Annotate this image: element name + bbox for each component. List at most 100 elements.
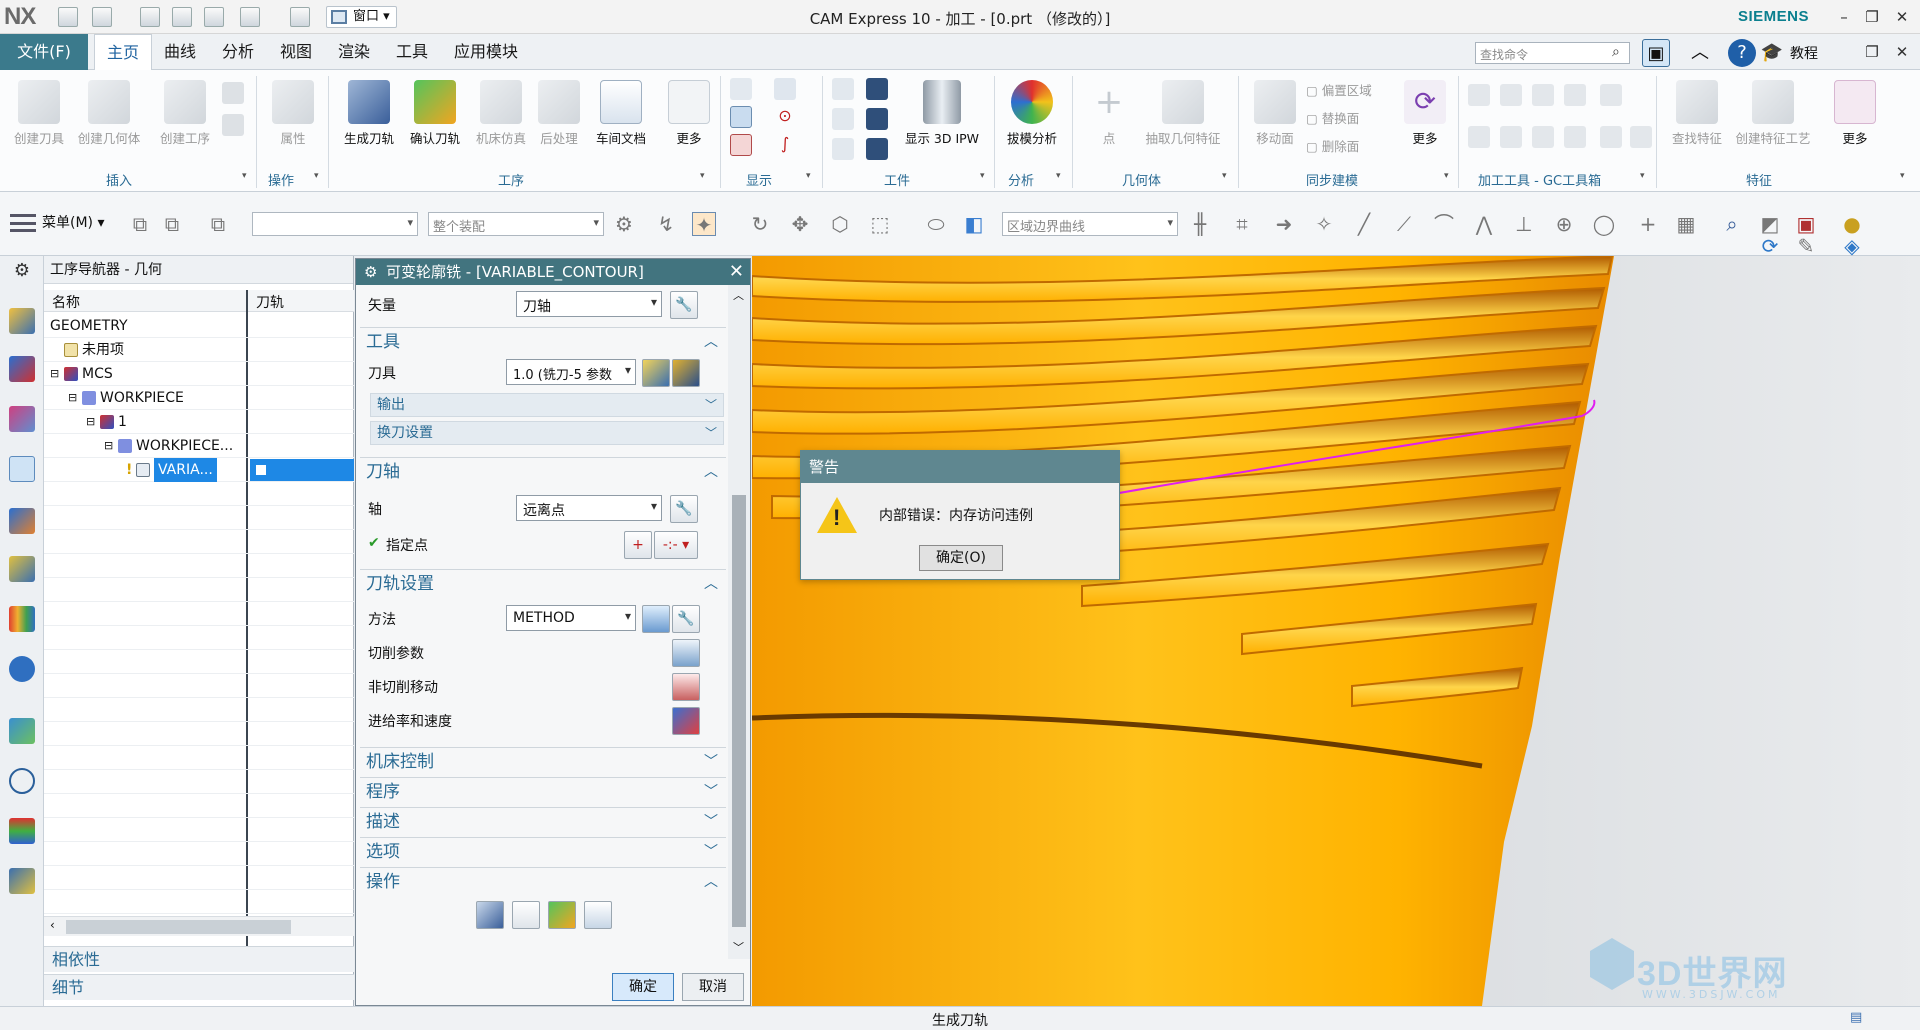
vector-select[interactable]: 刀轴 xyxy=(516,291,662,317)
control-point-icon[interactable]: ⋀ xyxy=(1472,212,1496,236)
machine-navigator-icon[interactable] xyxy=(9,508,35,534)
search-icon[interactable]: ⌕ xyxy=(1612,44,1620,60)
collapse-icon[interactable]: ⊟ xyxy=(50,362,59,386)
arrow-icon[interactable]: ➜ xyxy=(1272,212,1296,236)
doc-restore-button[interactable]: ❐ xyxy=(1860,41,1884,63)
create-feature-process-button[interactable]: 创建特征工艺 xyxy=(1730,78,1816,164)
gc-tool-icon-2[interactable] xyxy=(1500,84,1522,106)
snap-end-icon[interactable]: ⌗ xyxy=(1230,212,1254,236)
quadrant-icon[interactable]: ◯ xyxy=(1592,212,1616,236)
move-face-button[interactable]: 移动面 xyxy=(1242,78,1308,164)
assembly-navigator-icon[interactable] xyxy=(9,308,35,334)
group-dropdown-process[interactable]: ▾ xyxy=(700,171,705,181)
history-icon[interactable] xyxy=(9,718,35,744)
line-icon[interactable]: ╱ xyxy=(1352,212,1376,236)
method-select[interactable]: METHOD xyxy=(506,605,636,631)
perpendicular-icon[interactable]: ⊥ xyxy=(1512,212,1536,236)
feature-more-button[interactable]: 更多 xyxy=(1822,78,1888,164)
process-more-button[interactable]: 更多 xyxy=(656,78,722,164)
gc-tool-icon-5[interactable] xyxy=(1600,84,1622,106)
view-cube-icon[interactable]: ◧ xyxy=(962,212,986,236)
display-curve-icon[interactable]: ∫ xyxy=(774,134,796,156)
panel-dependencies[interactable]: 相依性 xyxy=(44,946,354,972)
polygon-select-icon[interactable]: ⬡ xyxy=(828,212,852,236)
zoom-window-icon[interactable]: ⌕ xyxy=(1720,212,1744,236)
gc-tool-icon-1[interactable] xyxy=(1468,84,1490,106)
gc-tool-icon-11[interactable] xyxy=(1630,126,1652,148)
gc-tool-icon-10[interactable] xyxy=(1600,126,1622,148)
file-menu[interactable]: 文件(F) xyxy=(0,34,88,70)
undo-icon[interactable] xyxy=(92,7,112,27)
tool-select[interactable]: 1.0 (铣刀-5 参数 xyxy=(506,359,636,385)
point-button[interactable]: + 点 xyxy=(1076,78,1142,164)
horizontal-scrollbar[interactable]: ‹ xyxy=(44,916,354,936)
ipw-icon-5[interactable] xyxy=(832,138,854,160)
group-dropdown-gc[interactable]: ▾ xyxy=(1640,171,1645,181)
panel-details[interactable]: 细节 xyxy=(44,974,354,1000)
help-icon[interactable]: ? xyxy=(1728,39,1756,67)
section-program[interactable]: 程序 ﹀ xyxy=(360,777,726,805)
clock-icon[interactable] xyxy=(9,768,35,794)
ipw-icon-1[interactable] xyxy=(832,78,854,100)
restore-button[interactable]: ❐ xyxy=(1860,6,1884,28)
wrench-icon[interactable]: 🔧 xyxy=(672,605,700,633)
ok-button[interactable]: 确定 xyxy=(612,973,674,1001)
section-options[interactable]: 选项 ﹀ xyxy=(360,837,726,865)
tab-render[interactable]: 渲染 xyxy=(326,34,382,70)
wrench-icon[interactable]: 🔧 xyxy=(670,291,698,319)
wcs-icon[interactable]: ▣ xyxy=(1794,212,1818,236)
wrench-icon[interactable]: 🔧 xyxy=(670,495,698,523)
chevron-down-icon[interactable]: ﹀ xyxy=(704,778,718,806)
refresh-icon[interactable]: ⟳ xyxy=(1758,234,1782,258)
main-menu-button[interactable]: 菜单(M) ▾ xyxy=(8,210,105,236)
scroll-down-icon[interactable]: ﹀ xyxy=(733,939,744,955)
non-cut-icon[interactable] xyxy=(672,673,700,701)
draft-analysis-button[interactable]: 拔模分析 xyxy=(998,78,1066,164)
ipw-icon-4[interactable] xyxy=(866,108,888,130)
generate-toolpath-button[interactable]: 生成刀轨 xyxy=(336,78,402,164)
gear-icon[interactable]: ⚙ xyxy=(364,259,377,285)
doc-close-button[interactable]: ✕ xyxy=(1890,41,1914,63)
display-toolpath-icon[interactable] xyxy=(730,78,752,100)
display-cut-icon[interactable] xyxy=(730,106,752,128)
chevron-down-icon[interactable]: ﹀ xyxy=(704,748,718,776)
offset-region-button[interactable]: ▢ 偏置区域 xyxy=(1306,80,1372,99)
snap-grid-icon[interactable]: ✧ xyxy=(1312,212,1336,236)
graphics-window[interactable]: 3D世界网 WWW.3DSJW.COM xyxy=(752,256,1920,1006)
collapse-icon[interactable]: ⊟ xyxy=(86,410,95,434)
warning-ok-button[interactable]: 确定(O) xyxy=(919,545,1003,571)
constraint-navigator-icon[interactable] xyxy=(9,356,35,382)
gc-tool-icon-9[interactable] xyxy=(1564,126,1586,148)
edit-icon[interactable]: ✎ xyxy=(1794,234,1818,258)
general-selection-icon[interactable]: ✦ xyxy=(692,212,716,237)
save-icon[interactable] xyxy=(58,7,78,27)
section-output[interactable]: 输出 ﹀ xyxy=(370,393,724,417)
chevron-down-icon[interactable]: ﹀ xyxy=(705,394,717,416)
tab-analysis[interactable]: 分析 xyxy=(210,34,266,70)
pan-icon[interactable]: ✥ xyxy=(788,212,812,236)
extract-geometry-button[interactable]: 抽取几何特征 xyxy=(1140,78,1226,164)
warning-title[interactable]: 警告 xyxy=(801,451,1119,483)
ipw-icon-3[interactable] xyxy=(832,108,854,130)
web-browser-icon[interactable] xyxy=(9,656,35,682)
create-tool-button[interactable]: 创建刀具 xyxy=(6,78,72,164)
point-type-select[interactable]: -:- ▾ xyxy=(654,531,698,559)
verify-toolpath-button[interactable]: 确认刀轨 xyxy=(402,78,468,164)
tutorial-icon[interactable]: 🎓 xyxy=(1758,39,1786,67)
scrollbar-thumb[interactable] xyxy=(732,495,746,927)
chevron-down-icon[interactable]: ﹀ xyxy=(705,422,717,444)
chevron-up-icon[interactable]: ︿ xyxy=(704,868,718,896)
window-menu[interactable]: 窗口 ▾ xyxy=(326,6,397,28)
close-icon[interactable]: ✕ xyxy=(729,259,744,285)
copy-icon[interactable] xyxy=(172,7,192,27)
shading-icon[interactable]: ● xyxy=(1840,212,1864,236)
group-dropdown-insert[interactable]: ▾ xyxy=(242,171,247,181)
list-icon[interactable] xyxy=(584,901,612,929)
collapse-icon[interactable]: ⊟ xyxy=(68,386,77,410)
dialog-scrollbar[interactable]: ︿ ﹀ xyxy=(728,285,750,959)
program-icon[interactable] xyxy=(222,82,244,104)
scroll-up-icon[interactable]: ︿ xyxy=(733,287,744,303)
verify-icon[interactable] xyxy=(548,901,576,929)
scrollbar-thumb[interactable] xyxy=(66,920,291,934)
gc-tool-icon-8[interactable] xyxy=(1532,126,1554,148)
